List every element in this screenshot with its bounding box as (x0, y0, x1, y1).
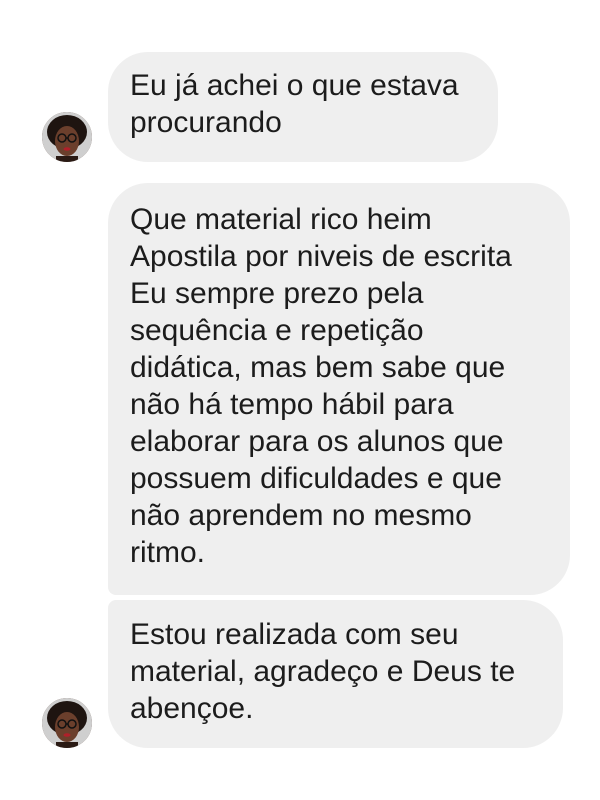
message-bubble[interactable]: Que material rico heim Apostila por nive… (108, 183, 570, 595)
avatar-photo-icon (42, 698, 92, 748)
chat-conversation: Eu já achei o que estava procurando Que … (0, 0, 600, 800)
avatar-photo-icon (42, 112, 92, 162)
message-bubble[interactable]: Estou realizada com seu material, agrade… (108, 600, 563, 748)
sender-avatar[interactable] (42, 112, 92, 162)
sender-avatar[interactable] (42, 698, 92, 748)
message-bubble[interactable]: Eu já achei o que estava procurando (108, 52, 498, 162)
